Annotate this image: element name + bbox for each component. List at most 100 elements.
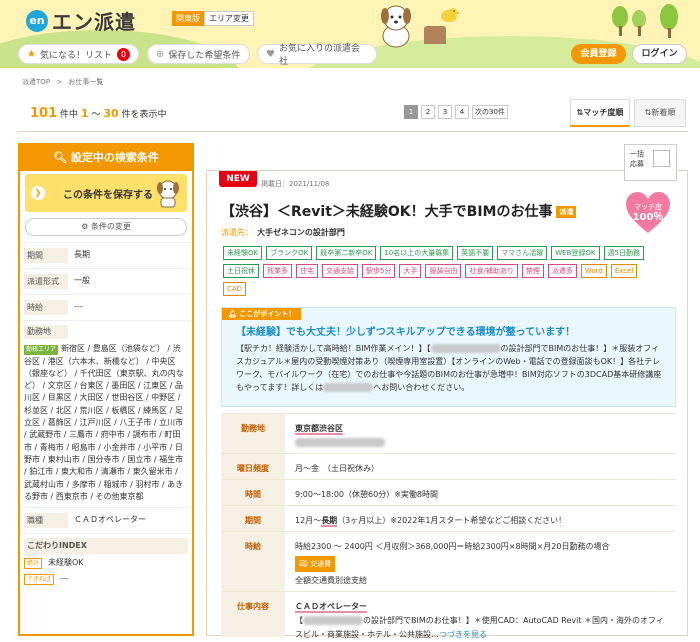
search-icon: 🔍︎: [53, 151, 71, 164]
condition-area: 勤務地 勤務エリア 新宿区 / 豊島区（池袋など） / 渋谷区 / 港区（六本木、…: [20, 320, 192, 507]
feature-tag: 禁煙: [521, 264, 544, 278]
region-switch: 関東版 エリア変更: [172, 11, 254, 26]
job-title-link[interactable]: 【渋谷】＜Revit＞未経験OK！大手でBIMのお仕事 派遣: [221, 201, 577, 221]
save-conditions-label: この条件を保存する: [63, 189, 153, 201]
condition-label: 勤務地: [24, 325, 68, 340]
login-button[interactable]: ログイン: [632, 44, 687, 64]
dog-mascot-icon: [381, 5, 411, 48]
page-button[interactable]: 1: [404, 105, 418, 119]
redacted: [295, 438, 385, 447]
feature-tag: 英語不要: [457, 246, 494, 260]
condition-index: こだわりINDEX 絶対 未経験OK できれば ---: [20, 533, 192, 589]
bulk-apply-checkbox[interactable]: 一括 応募: [624, 144, 677, 181]
sort-new-label: 新着順: [651, 108, 676, 117]
condition-job: 職種 ＣＡＤオペレーター: [20, 507, 192, 533]
point-heading: 【未経験】でも大丈夫！少しずつスキルアップできる環境が整っています！: [236, 327, 576, 338]
dog-icon: [157, 180, 179, 208]
point-text-1: 【駅チカ！経験活かして高時給！BIM作業メイン！】【: [236, 344, 431, 353]
index-prefer-value: ---: [60, 573, 69, 583]
condition-label: 派遣形式: [24, 274, 68, 289]
area-tag: 勤務エリア: [24, 345, 59, 356]
register-button[interactable]: 会員登録: [571, 44, 626, 64]
feature-tag: 交通支給: [322, 264, 358, 278]
detail-pay: 時給 時給2300 〜 2400円 ＜月収例＞368,000円＝時給2300円×8…: [221, 531, 676, 591]
condition-type: 派遣形式 一般: [20, 268, 192, 294]
transport-badge: 🚃︎ 交通費: [295, 556, 336, 572]
condition-label: こだわりINDEX: [24, 538, 188, 555]
change-conditions-label: 条件の変更: [90, 222, 131, 231]
index-must-label: 絶対: [24, 558, 43, 570]
sort-match-tab[interactable]: ⇅マッチ度順: [570, 99, 630, 127]
detail-value: 【: [295, 616, 303, 625]
detail-label: 曜日頻度: [221, 454, 285, 479]
match-value: 100％: [633, 211, 664, 223]
feature-tag: ブランクOK: [266, 246, 313, 260]
feature-tag: 駅歩5分: [362, 264, 396, 278]
breadcrumb-home-link[interactable]: 派遣TOP: [22, 78, 50, 86]
job-card: NEW 掲載日：2021/11/08 一括 応募 【渋谷】＜Revit＞未経験OK…: [206, 144, 688, 639]
feature-tag: 派遣多: [547, 264, 577, 278]
detail-label: 時間: [221, 480, 285, 505]
bulk-label-2: 応募: [630, 160, 644, 168]
watchlist-button[interactable]: ★ 気になる！リスト 0: [18, 44, 139, 64]
detail-label: 勤務地: [221, 414, 285, 453]
feature-tag: ママさん活躍: [497, 246, 548, 260]
bulk-label: 一括: [630, 150, 644, 158]
star-icon: ★: [27, 48, 36, 60]
condition-period: 期間 長期: [20, 242, 192, 268]
change-conditions-button[interactable]: ⚙ 条件の変更: [25, 218, 187, 236]
site-logo[interactable]: en エン派遣: [26, 6, 136, 35]
favorite-agencies-label: お気に入りの派遣会社: [278, 44, 360, 67]
condition-value: ＣＡＤオペレーター: [74, 515, 146, 525]
search-conditions-panel: 🔍︎ 設定中の検索条件 ❯ この条件を保存する ⚙ 条件の変更 期間 長期 派遣形…: [18, 143, 194, 636]
read-more-link[interactable]: つづきを見る: [439, 630, 487, 639]
panel-title-text: 設定中の検索条件: [70, 151, 159, 164]
feature-tag: 未経験OK: [223, 246, 263, 260]
region-change-link[interactable]: エリア変更: [204, 11, 254, 26]
region-current: 関東版: [172, 11, 204, 26]
favorite-agencies-button[interactable]: ♥ お気に入りの派遣会社: [257, 44, 377, 67]
detail-label: 時給: [221, 532, 285, 591]
results-bar: 101 件中 1 〜 30 件を表示中 1 2 3 4 次の30件 ⇅マッチ度順…: [18, 96, 688, 132]
posted-date: 掲載日：2021/11/08: [261, 180, 330, 188]
point-box: 🔔︎ ここがポイント！ 【未経験】でも大丈夫！少しずつスキルアップできる環境が整…: [221, 307, 676, 407]
detail-time: 時間 9:00〜18:00（休憩60分）※実働8時間: [221, 479, 676, 505]
feature-tag: Word: [580, 264, 607, 278]
condition-value: ---: [74, 302, 83, 311]
saved-conditions-button[interactable]: ⊕ 保存した希望条件: [147, 44, 250, 64]
page-button[interactable]: 3: [438, 105, 452, 119]
redacted: [430, 344, 501, 353]
condition-label: 職種: [24, 513, 68, 529]
match-heart-icon: マッチ度 100％: [626, 192, 670, 233]
page-button[interactable]: 4: [455, 105, 469, 119]
results-from: 1: [80, 107, 89, 120]
transport-badge-text: 交通費: [310, 560, 332, 568]
results-sep: 〜: [91, 110, 101, 120]
company-name: 大手ゼネコンの設計部門: [257, 228, 345, 237]
detail-value: 9:00〜18:00（休憩60分）※実働8時間: [295, 490, 438, 499]
page-button[interactable]: 2: [421, 105, 435, 119]
index-prefer-label: できれば: [24, 573, 55, 585]
index-must-value: 未経験OK: [48, 558, 84, 568]
condition-value: 長期: [74, 250, 90, 259]
logo-text: エン派遣: [52, 10, 136, 34]
panel-title: 🔍︎ 設定中の検索条件: [20, 145, 192, 171]
results-to: 30: [103, 107, 119, 120]
sort-new-tab[interactable]: ⇅新着順: [634, 99, 686, 127]
heart-icon: ♥: [266, 48, 275, 60]
saved-conditions-label: 保存した希望条件: [168, 50, 241, 61]
results-suffix: 件を表示中: [121, 110, 167, 120]
checkbox[interactable]: [653, 150, 670, 167]
next-page-button[interactable]: 次の30件: [472, 105, 508, 119]
condition-value: 一般: [74, 276, 90, 285]
feature-tag: 既卒第二新卒OK: [316, 246, 377, 260]
save-conditions-button[interactable]: ❯ この条件を保存する: [25, 174, 187, 212]
detail-value: （3ヶ月以上）※2022年1月スタート希望などご相談ください！: [337, 516, 567, 525]
watchlist-count-badge: 0: [116, 47, 130, 61]
redacted: [323, 383, 374, 392]
results-count: 101 件中 1 〜 30 件を表示中: [30, 106, 167, 121]
detail-work: 仕事内容 ＣＡＤオペレーター【の設計部門でBIMのお仕事！】＊使用CAD：Auto…: [221, 591, 676, 639]
feature-tag: CAD: [223, 282, 247, 296]
feature-tag: WEB登録OK: [551, 246, 600, 260]
feature-tag: 服装自由: [425, 264, 462, 278]
